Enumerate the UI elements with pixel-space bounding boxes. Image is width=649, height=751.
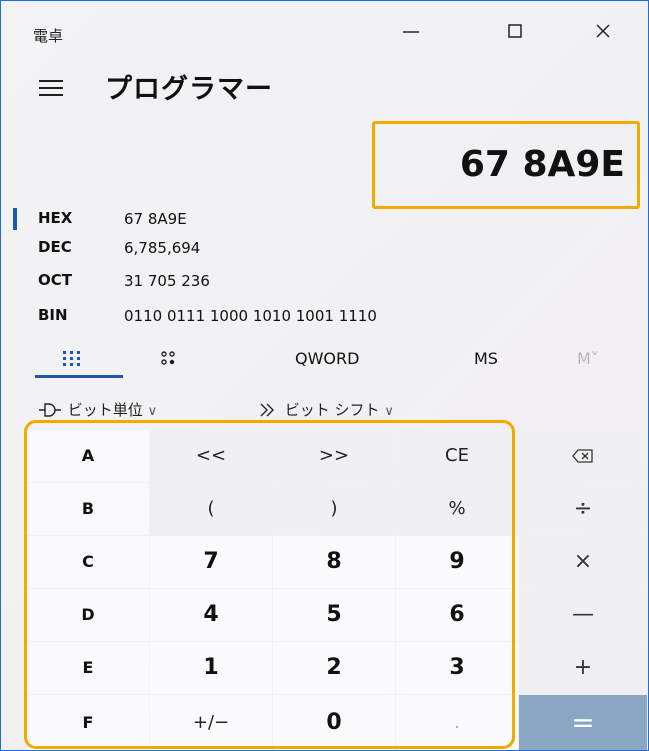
chevron-down-icon: ∨ <box>147 404 158 419</box>
menu-button[interactable] <box>39 77 63 99</box>
bitshift-icon <box>260 403 274 417</box>
chevron-down-icon: ∨ <box>384 404 394 419</box>
key-2[interactable]: 2 <box>273 642 395 694</box>
key-equals[interactable]: = <box>519 695 647 750</box>
selected-tab-underline <box>35 375 123 378</box>
memory-store-button[interactable]: MS <box>474 349 498 368</box>
key-percent[interactable]: % <box>396 483 518 535</box>
bitwise-dropdown[interactable]: ビット単位 ∨ <box>37 399 157 420</box>
tab-bit-toggle[interactable] <box>158 349 180 374</box>
selected-indicator <box>13 208 17 230</box>
maximize-icon <box>508 24 522 38</box>
memory-view-button[interactable]: M˅ <box>577 349 599 368</box>
minimize-icon <box>403 31 419 33</box>
key-plus[interactable]: + <box>519 642 647 694</box>
key-decimal[interactable]: . <box>396 695 518 750</box>
radix-label: OCT <box>38 271 72 289</box>
key-divide[interactable]: ÷ <box>519 483 647 535</box>
radix-value: 31 705 236 <box>124 272 210 290</box>
close-button[interactable] <box>573 17 633 57</box>
logic-gate-icon <box>39 403 61 417</box>
maximize-button[interactable] <box>485 17 545 57</box>
options-row: ビット単位 ∨ ビット シフト ∨ <box>1 393 648 423</box>
calculator-window: 電卓 プログラマー 67 8A9E HEX 67 8A9E DEC 6,785,… <box>0 0 649 751</box>
key-3[interactable]: 3 <box>396 642 518 694</box>
key-6[interactable]: 6 <box>396 589 518 641</box>
radix-value: 0110 0111 1000 1010 1001 1110 <box>124 307 377 325</box>
radix-hex-row[interactable]: HEX 67 8A9E <box>1 204 461 234</box>
radix-label: DEC <box>38 238 72 256</box>
key-4[interactable]: 4 <box>150 589 272 641</box>
bit-toggle-icon <box>161 351 175 365</box>
key-a[interactable]: A <box>27 430 149 482</box>
radix-label: HEX <box>38 209 73 227</box>
display-result: 67 8A9E <box>372 121 640 209</box>
key-8[interactable]: 8 <box>273 536 395 588</box>
radix-dec-row[interactable]: DEC 6,785,694 <box>1 233 461 263</box>
hamburger-icon <box>39 80 63 96</box>
key-d[interactable]: D <box>27 589 149 641</box>
key-e[interactable]: E <box>27 642 149 694</box>
minimize-button[interactable] <box>381 17 441 57</box>
bitshift-dropdown[interactable]: ビット シフト ∨ <box>258 399 394 420</box>
bitwise-label: ビット単位 <box>67 401 143 419</box>
close-icon <box>596 24 610 38</box>
key-b[interactable]: B <box>27 483 149 535</box>
key-negate[interactable]: +/− <box>150 695 272 750</box>
key-minus[interactable]: — <box>519 589 647 641</box>
key-f[interactable]: F <box>27 695 149 750</box>
title-bar: 電卓 <box>1 1 648 61</box>
key-right-shift[interactable]: >> <box>273 430 395 482</box>
backspace-icon <box>572 449 593 463</box>
keypad-icon <box>63 351 80 366</box>
window-title: 電卓 <box>33 27 64 45</box>
radix-oct-row[interactable]: OCT 31 705 236 <box>1 266 461 296</box>
key-backspace[interactable] <box>519 430 647 482</box>
key-0[interactable]: 0 <box>273 695 395 750</box>
tab-full-keypad[interactable] <box>61 349 83 374</box>
mode-title: プログラマー <box>105 74 273 105</box>
key-multiply[interactable]: × <box>519 536 647 588</box>
radix-bin-row[interactable]: BIN 0110 0111 1000 1010 1001 1110 <box>1 301 461 331</box>
bitshift-label: ビット シフト <box>284 401 380 419</box>
key-1[interactable]: 1 <box>150 642 272 694</box>
key-right-paren[interactable]: ) <box>273 483 395 535</box>
radix-label: BIN <box>38 306 68 324</box>
key-5[interactable]: 5 <box>273 589 395 641</box>
key-7[interactable]: 7 <box>150 536 272 588</box>
keypad: A << >> CE B ( ) % ÷ C 7 8 9 × D 4 5 6 —… <box>27 430 647 750</box>
key-clear-entry[interactable]: CE <box>396 430 518 482</box>
tab-word-size[interactable]: QWORD <box>295 349 359 368</box>
key-9[interactable]: 9 <box>396 536 518 588</box>
key-left-shift[interactable]: << <box>150 430 272 482</box>
radix-value: 6,785,694 <box>124 239 201 257</box>
key-left-paren[interactable]: ( <box>150 483 272 535</box>
display-value: 67 8A9E <box>459 144 625 185</box>
radix-value: 67 8A9E <box>124 210 187 228</box>
key-c[interactable]: C <box>27 536 149 588</box>
